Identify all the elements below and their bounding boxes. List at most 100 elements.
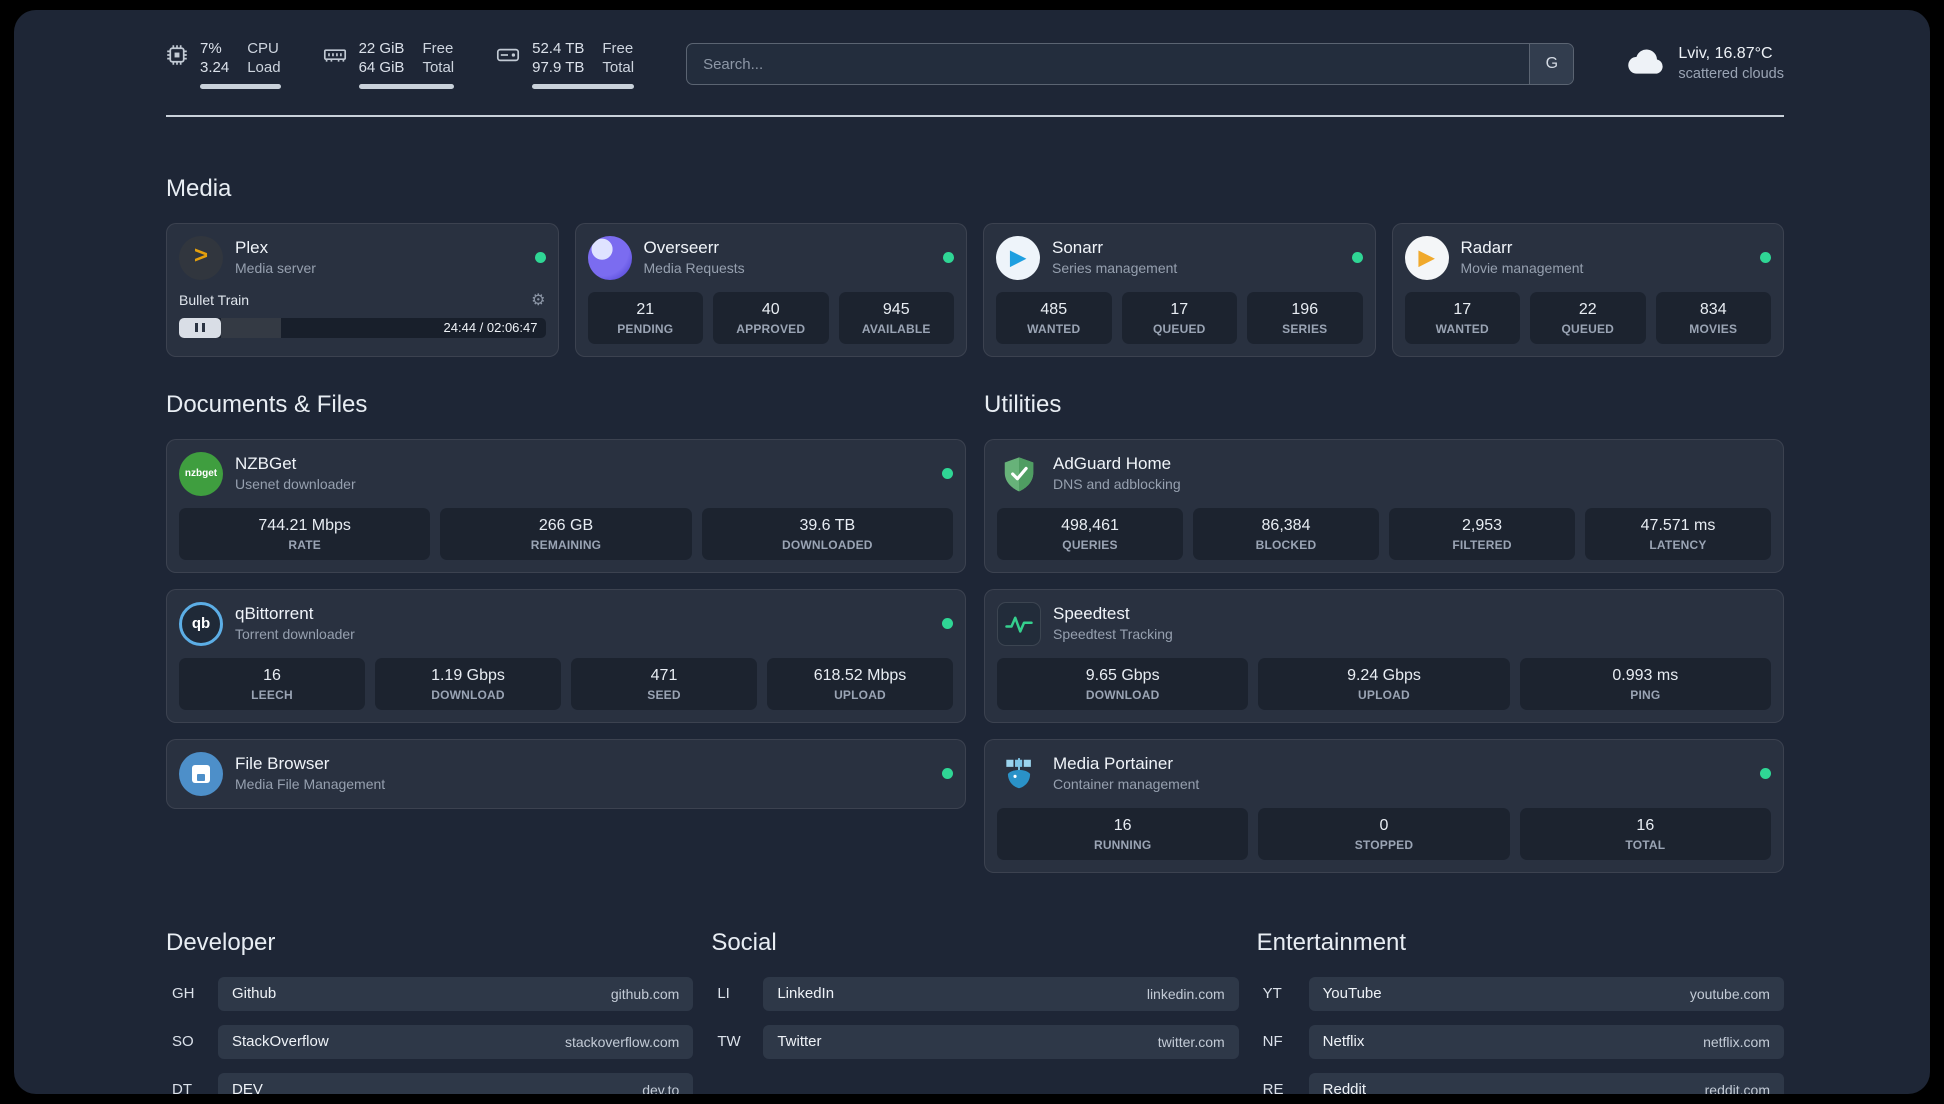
bookmark-abbr: DT <box>172 1081 192 1094</box>
free-label: Free <box>422 40 454 57</box>
bookmark-domain: dev.to <box>642 1081 680 1095</box>
service-name: Speedtest <box>1053 604 1130 624</box>
service-name: File Browser <box>235 754 330 774</box>
resource-disk: 52.4 TB 97.9 TB Free Total <box>496 40 635 89</box>
pause-button[interactable] <box>179 317 221 338</box>
stat-label: TOTAL <box>1625 837 1666 852</box>
stat-tile: 0.993 ms PING <box>1519 657 1771 710</box>
bookmark-stackoverflow[interactable]: SO StackOverflow stackoverflow.com <box>166 1024 694 1059</box>
disk-total-value: 97.9 TB <box>532 58 585 76</box>
service-card-portainer: Media Portainer Container management 16 … <box>984 738 1784 873</box>
status-dot-online <box>1351 252 1363 263</box>
filebrowser-icon <box>179 751 223 796</box>
stat-label: DOWNLOAD <box>1085 687 1160 702</box>
bookmark-dev[interactable]: DT DEV dev.to <box>166 1072 694 1095</box>
service-link-overseerr[interactable]: Overseerr Media Requests <box>587 235 954 280</box>
service-subtitle: Speedtest Tracking <box>1053 626 1173 643</box>
stat-value: 498,461 <box>1061 516 1119 534</box>
memory-values: 22 GiB 64 GiB <box>359 40 405 78</box>
service-link-plex[interactable]: > Plex Media server <box>179 235 546 280</box>
bookmark-domain: twitter.com <box>1157 1033 1225 1050</box>
bookmark-netflix[interactable]: NF Netflix netflix.com <box>1257 1024 1784 1059</box>
disk-labels: Free Total <box>602 40 634 78</box>
stat-value: 22 <box>1578 300 1597 318</box>
stat-label: BLOCKED <box>1255 537 1317 552</box>
resource-memory: 22 GiB 64 GiB Free Total <box>323 40 455 89</box>
service-name: Plex <box>235 238 269 258</box>
service-link-speedtest[interactable]: Speedtest Speedtest Tracking <box>997 601 1771 646</box>
stat-tile: 39.6 TB DOWNLOADED <box>701 507 953 560</box>
bookmark-youtube[interactable]: YT YouTube youtube.com <box>1257 976 1784 1011</box>
bookmark-name: Github <box>232 985 277 1002</box>
service-link-qbittorrent[interactable]: qb qBittorrent Torrent downloader <box>179 601 953 646</box>
memory-meter-bar <box>358 83 455 89</box>
memory-free-value: 22 GiB <box>358 40 405 57</box>
speedtest-icon <box>997 601 1041 646</box>
section-title-documents: Documents & Files <box>166 390 368 418</box>
stat-label: FILTERED <box>1452 537 1512 552</box>
service-subtitle: DNS and adblocking <box>1053 476 1181 493</box>
playback-progress-bar[interactable]: 24:44 / 02:06:47 <box>179 317 546 338</box>
service-name: Radarr <box>1460 238 1513 258</box>
stat-value: 47.571 ms <box>1640 516 1716 534</box>
resource-cpu: 7% 3.24 CPU Load <box>166 40 281 89</box>
bookmark-linkedin[interactable]: LI LinkedIn linkedin.com <box>711 976 1239 1011</box>
bookmark-name: LinkedIn <box>777 985 835 1002</box>
stat-label: MOVIES <box>1689 321 1738 336</box>
total-label: Total <box>422 58 455 76</box>
stat-label: WANTED <box>1435 321 1489 336</box>
stat-label: APPROVED <box>736 321 806 336</box>
adguard-icon <box>997 452 1041 496</box>
section-documents: Documents & Files nzbget NZBGet Usenet d… <box>166 391 966 809</box>
cpu-icon <box>166 44 188 71</box>
service-link-filebrowser[interactable]: File Browser Media File Management <box>179 751 953 796</box>
stat-label: WANTED <box>1027 321 1081 336</box>
service-stats: 744.21 Mbps RATE 266 GB REMAINING 39.6 T… <box>179 507 953 560</box>
stat-value: 471 <box>650 666 678 684</box>
service-subtitle: Media server <box>235 260 316 277</box>
stat-tile: 17 QUEUED <box>1121 291 1237 344</box>
stat-label: LATENCY <box>1649 537 1707 552</box>
stat-label: DOWNLOAD <box>431 687 505 702</box>
bookmark-group-entertainment: Entertainment YT YouTube youtube.com NF … <box>1257 929 1784 1094</box>
bookmark-abbr: TW <box>717 1033 741 1050</box>
service-link-nzbget[interactable]: nzbget NZBGet Usenet downloader <box>179 451 953 496</box>
cpu-load-value: 3.24 <box>200 58 230 76</box>
gear-icon[interactable]: ⚙ <box>531 290 545 310</box>
service-stats: 485 WANTED 17 QUEUED 196 SERIES <box>996 291 1363 344</box>
search-provider-button[interactable]: G <box>1529 44 1574 85</box>
bookmark-abbr: RE <box>1262 1081 1284 1094</box>
memory-total-value: 64 GiB <box>358 58 405 76</box>
bookmarks-section: Developer GH Github github.com SO StackO… <box>166 929 1784 1095</box>
stat-label: PING <box>1630 687 1661 702</box>
bookmark-reddit[interactable]: RE Reddit reddit.com <box>1257 1072 1784 1094</box>
bookmark-github[interactable]: GH Github github.com <box>166 976 694 1011</box>
service-link-sonarr[interactable]: ▶ Sonarr Series management <box>996 235 1363 280</box>
bookmark-name: Netflix <box>1322 1033 1365 1050</box>
cpu-label: CPU <box>247 40 279 57</box>
stat-tile: 9.24 Gbps UPLOAD <box>1258 657 1510 710</box>
service-card-overseerr: Overseerr Media Requests 21 PENDING 40 A… <box>574 222 967 357</box>
weather-widget: Lviv, 16.87°C scattered clouds <box>1626 44 1784 84</box>
service-link-adguard[interactable]: AdGuard Home DNS and adblocking <box>997 452 1771 496</box>
status-dot-online <box>943 252 954 263</box>
stat-label: REMAINING <box>530 537 602 552</box>
service-link-portainer[interactable]: Media Portainer Container management <box>997 752 1771 796</box>
stat-value: 86,384 <box>1261 516 1311 534</box>
service-card-plex: > Plex Media server Bullet Train ⚙ 24:44… <box>166 222 559 357</box>
stat-tile: 47.571 ms LATENCY <box>1585 507 1771 560</box>
stat-tile: 945 AVAILABLE <box>838 291 954 344</box>
status-dot-online <box>534 252 546 263</box>
bookmark-name: Reddit <box>1322 1081 1367 1094</box>
service-name: qBittorrent <box>235 604 314 624</box>
stat-value: 39.6 TB <box>799 516 856 534</box>
top-bar: 7% 3.24 CPU Load 22 GiB 64 GiB Free Tota… <box>166 40 1784 89</box>
search-input[interactable] <box>686 43 1575 86</box>
stat-tile: 2,953 FILTERED <box>1389 507 1575 560</box>
service-link-radarr[interactable]: ▶ Radarr Movie management <box>1404 235 1771 280</box>
cpu-usage-value: 7% <box>200 40 222 57</box>
free-label: Free <box>602 40 634 57</box>
bookmark-twitter[interactable]: TW Twitter twitter.com <box>711 1024 1239 1059</box>
status-dot-online <box>1760 768 1771 779</box>
stat-tile: 485 WANTED <box>996 291 1112 344</box>
